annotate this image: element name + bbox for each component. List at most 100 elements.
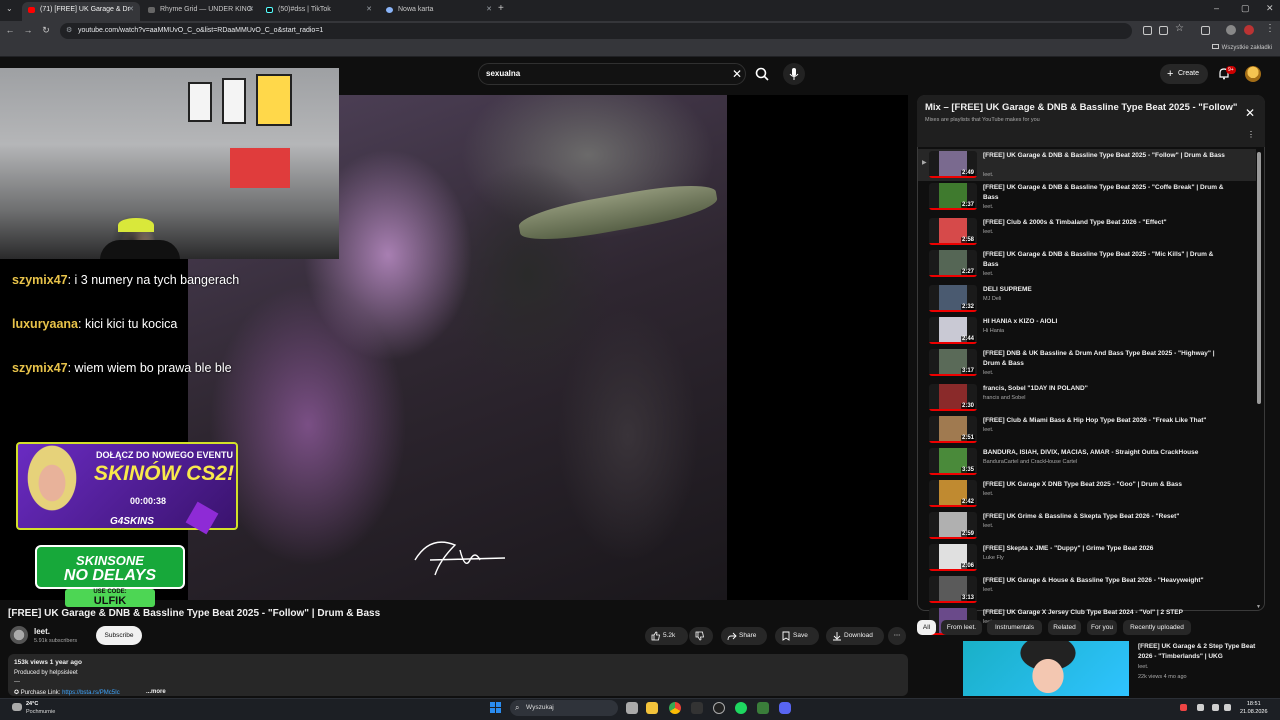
- playlist-item[interactable]: 2:44 HI HANIA x KIZO - AIOLI Hi Hania: [918, 315, 1256, 347]
- playlist-thumbnail[interactable]: 2:37: [929, 183, 977, 210]
- cast-icon[interactable]: [1159, 26, 1168, 35]
- discord-icon[interactable]: [779, 702, 791, 714]
- filter-chip[interactable]: For you: [1087, 620, 1117, 635]
- purchase-link[interactable]: https://bsta.rs/PMc5Ic: [62, 690, 120, 696]
- filter-chip[interactable]: All: [917, 620, 936, 635]
- tab-rhyme-grid[interactable]: Rhyme Grid — UNDER KING ✕: [142, 2, 260, 21]
- playlist-item[interactable]: 2:58 [FREE] Club & 2000s & Timbaland Type…: [918, 216, 1256, 248]
- close-icon[interactable]: ✕: [486, 2, 492, 18]
- network-icon[interactable]: [1212, 704, 1219, 711]
- taskbar-clock[interactable]: 18:51 21.08.2026: [1240, 700, 1268, 716]
- filter-chip[interactable]: Recently uploaded: [1123, 620, 1191, 635]
- download-button[interactable]: Download: [826, 627, 884, 645]
- playlist-item[interactable]: 3:13 [FREE] UK Garage & House & Bassline …: [918, 574, 1256, 606]
- tab-new-tab[interactable]: Nowa karta ✕: [380, 2, 498, 21]
- voice-search-button[interactable]: [783, 63, 805, 85]
- close-window-button[interactable]: ✕: [1266, 3, 1274, 14]
- close-icon[interactable]: ✕: [366, 2, 372, 18]
- playlist-thumbnail[interactable]: 2:51: [929, 416, 977, 443]
- playlist-thumbnail[interactable]: 2:30: [929, 384, 977, 411]
- like-button[interactable]: 5.2k: [645, 627, 688, 645]
- all-bookmarks-link[interactable]: Wszystkie zakładki: [1211, 44, 1272, 51]
- scroll-down-icon[interactable]: ▼: [1256, 604, 1261, 610]
- playlist-thumbnail[interactable]: 2:44: [929, 317, 977, 344]
- browser-menu-icon[interactable]: ⋮: [1265, 23, 1275, 34]
- site-info-icon[interactable]: ⚙: [66, 23, 72, 39]
- reload-icon[interactable]: ↻: [40, 25, 52, 36]
- chrome-icon[interactable]: [669, 702, 681, 714]
- tab-tiktok[interactable]: (50)#dss | TikTok ✕: [260, 2, 378, 21]
- maximize-button[interactable]: ▢: [1241, 3, 1250, 14]
- extensions-icon[interactable]: [1201, 26, 1210, 35]
- star-icon[interactable]: ☆: [1175, 23, 1184, 34]
- playlist-thumbnail[interactable]: 2:49: [929, 151, 977, 178]
- playlist-item[interactable]: 2:37 [FREE] UK Garage & DNB & Bassline Ty…: [918, 181, 1256, 213]
- filter-chip[interactable]: Related: [1048, 620, 1081, 635]
- playlist-thumbnail[interactable]: 3:35: [929, 448, 977, 475]
- tray-icon[interactable]: [1180, 704, 1187, 711]
- file-explorer-icon[interactable]: [646, 702, 658, 714]
- volume-icon[interactable]: [1224, 704, 1231, 711]
- playlist-item[interactable]: 2:32 DELI SUPREME MJ Deli: [918, 283, 1256, 315]
- windows-start-icon[interactable]: [490, 702, 501, 713]
- playlist-item[interactable]: 2:59 [FREE] UK Grime & Bassline & Skepta …: [918, 510, 1256, 542]
- playlist-item[interactable]: ▶ 2:49 [FREE] UK Garage & DNB & Bassline T…: [918, 149, 1256, 181]
- playlist-item[interactable]: 2:06 [FREE] Skepta x JME - "Duppy" | Grim…: [918, 542, 1256, 574]
- minimize-button[interactable]: –: [1214, 3, 1219, 13]
- app-icon[interactable]: [691, 702, 703, 714]
- playlist-title[interactable]: Mix – [FREE] UK Garage & DNB & Bassline …: [925, 102, 1237, 113]
- playlist-item[interactable]: 2:27 [FREE] UK Garage & DNB & Bassline Ty…: [918, 248, 1256, 280]
- clear-search-icon[interactable]: ✕: [732, 67, 742, 81]
- share-button[interactable]: Share: [721, 627, 767, 645]
- playlist-item[interactable]: 3:35 BANDURA, ISIAH, DIVIX, MACIAS, AMAR …: [918, 446, 1256, 478]
- spotify-icon[interactable]: [735, 702, 747, 714]
- github-icon[interactable]: [713, 702, 725, 714]
- search-icon[interactable]: [754, 66, 770, 82]
- playlist-thumbnail[interactable]: 2:42: [929, 480, 977, 507]
- playlist-menu-icon[interactable]: ⋮: [1247, 130, 1255, 139]
- account-avatar[interactable]: [1245, 66, 1261, 82]
- url-field[interactable]: ⚙ youtube.com/watch?v=aaMMUvO_C_o&list=R…: [60, 23, 1132, 39]
- create-button[interactable]: + Create: [1160, 64, 1208, 84]
- playlist-thumbnail[interactable]: 2:59: [929, 512, 977, 539]
- playlist-thumbnail[interactable]: 2:58: [929, 218, 977, 245]
- filter-chip[interactable]: Instrumentals: [987, 620, 1042, 635]
- taskbar-search[interactable]: ⌕ Wyszukaj: [510, 700, 618, 716]
- forward-icon[interactable]: →: [22, 25, 34, 35]
- app-icon-2[interactable]: [757, 702, 769, 714]
- description-box[interactable]: [8, 654, 908, 696]
- playlist-item[interactable]: 2:51 [FREE] Club & Miami Bass & Hip Hop T…: [918, 414, 1256, 446]
- tray-chevron-icon[interactable]: [1197, 704, 1204, 711]
- save-button[interactable]: Save: [775, 627, 819, 645]
- playlist-thumbnail[interactable]: 2:27: [929, 250, 977, 277]
- playlist-item[interactable]: 2:42 [FREE] UK Garage X DNB Type Beat 202…: [918, 478, 1256, 510]
- back-icon[interactable]: ←: [4, 25, 16, 35]
- profile-avatar-icon[interactable]: [1244, 25, 1254, 35]
- profile-icon[interactable]: [1226, 25, 1236, 35]
- subscribe-button[interactable]: Subscribe: [96, 626, 142, 645]
- filter-chip[interactable]: From leet.: [941, 620, 982, 635]
- playlist-thumbnail[interactable]: 2:06: [929, 544, 977, 571]
- new-tab-button[interactable]: +: [498, 3, 504, 14]
- translate-icon[interactable]: [1143, 26, 1152, 35]
- show-more-link[interactable]: ...more: [146, 689, 166, 695]
- related-video-channel[interactable]: leet.: [1138, 664, 1148, 670]
- related-video-thumbnail[interactable]: [963, 641, 1129, 696]
- close-playlist-icon[interactable]: ✕: [1245, 106, 1255, 120]
- playlist-thumbnail[interactable]: 3:17: [929, 349, 977, 376]
- dislike-button[interactable]: [689, 627, 713, 645]
- related-video-title[interactable]: [FREE] UK Garage & 2 Step Type Beat 2026…: [1138, 642, 1263, 662]
- tab-search-icon[interactable]: ⌄: [6, 4, 13, 13]
- playlist-scrollbar[interactable]: [1257, 152, 1261, 404]
- playlist-thumbnail[interactable]: 2:32: [929, 285, 977, 312]
- playlist-thumbnail[interactable]: 3:13: [929, 576, 977, 603]
- playlist-item[interactable]: 2:30 francis, Sobel "1DAY IN POLAND" franc…: [918, 382, 1256, 414]
- tab-youtube[interactable]: (71) [FREE] UK Garage & Dr ✕: [22, 2, 140, 21]
- close-icon[interactable]: ✕: [128, 2, 134, 18]
- channel-avatar[interactable]: [10, 626, 28, 644]
- playlist-item[interactable]: 3:17 [FREE] DNB & UK Bassline & Drum And …: [918, 347, 1256, 379]
- close-icon[interactable]: ✕: [248, 2, 254, 18]
- task-view-icon[interactable]: [626, 702, 638, 714]
- channel-name[interactable]: leet.: [34, 627, 50, 636]
- more-actions-button[interactable]: ⋯: [888, 627, 906, 645]
